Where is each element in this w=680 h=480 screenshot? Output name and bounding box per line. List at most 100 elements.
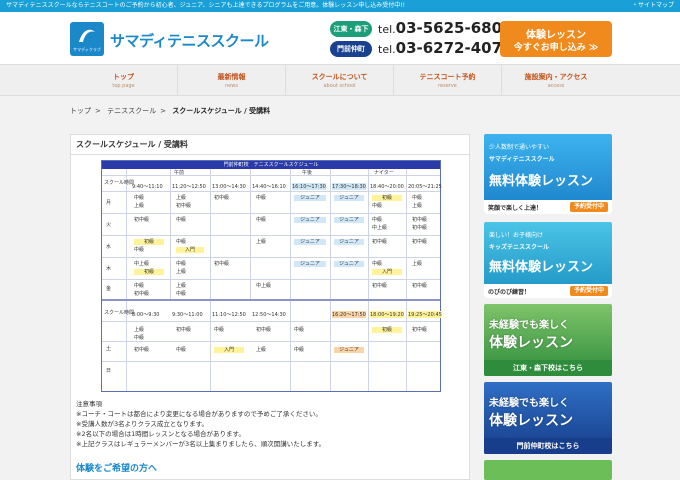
breadcrumb-top[interactable]: トップ <box>70 107 91 115</box>
class-cell: ジュニア <box>334 347 364 353</box>
nav-about[interactable]: スクールについて about school <box>286 65 394 95</box>
banner-partial[interactable] <box>484 460 612 480</box>
logo-icon[interactable]: サマディクラブ <box>70 22 104 56</box>
note-line: ※上記クラスはレギュラーメンバーが3名以上集まりましたら、順次開講いたします。 <box>76 440 326 448</box>
class-cell: 中級 <box>294 347 305 353</box>
top-message: サマディテニススクールならテニスコートのご予約から初心者、ジュニア、シニアも上達… <box>6 2 406 9</box>
class-cell: 上級 <box>134 327 145 333</box>
class-cell: 中級 <box>176 291 187 297</box>
class-cell: 中級 <box>372 261 383 267</box>
area-badge-koto: 江東・森下 <box>330 21 372 37</box>
class-cell: 中級 <box>176 261 187 267</box>
sitemap-link[interactable]: ・サイトマップ <box>632 0 674 12</box>
time-header: 9:40〜11:10 <box>132 184 163 190</box>
time-header: 9:30〜11:00 <box>172 312 203 318</box>
time-header: 19:25〜20:45 <box>408 311 442 318</box>
class-cell: 初中級 <box>412 225 428 231</box>
time-header: 20:05〜21:25 <box>408 184 442 190</box>
main-content: スクールスケジュール / 受講料 門前仲町校 テニススクールスケジュール 午前 … <box>70 134 470 480</box>
logo-text[interactable]: サマディテニススクール <box>110 30 269 51</box>
nav-reserve[interactable]: テニスコート予約 reserve <box>394 65 502 95</box>
day-label: 火 <box>106 222 112 228</box>
time-header: 18:00〜19:20 <box>370 311 404 318</box>
class-cell: 中級 <box>176 347 187 353</box>
class-cell: 初中級 <box>176 327 192 333</box>
class-cell: 初中級 <box>412 283 428 289</box>
class-cell: 中級 <box>412 195 423 201</box>
class-cell: 上級 <box>412 261 423 267</box>
banner-free-trial-kids[interactable]: 楽しい！お子様向け キッズテニススクール 無料体験レッスン のびのび練習！ 予約… <box>484 222 612 298</box>
note-line: ※受講人数が3名よりクラス成立となります。 <box>76 420 208 428</box>
class-cell: 初中級 <box>372 283 388 289</box>
header: サマディクラブ サマディテニススクール 江東・森下 門前仲町 tel.03-56… <box>0 12 680 66</box>
time-header: 13:00〜14:30 <box>212 184 246 190</box>
time-header: 12:50〜14:30 <box>252 312 286 318</box>
class-cell: 中級 <box>372 203 383 209</box>
notes: 注意事項 ※コーチ・コートは都合により変更になる場合がありますので予めご了承くだ… <box>76 399 325 449</box>
nav-access[interactable]: 施設案内・アクセス access <box>502 65 610 95</box>
class-cell: 初中級 <box>214 195 230 201</box>
schedule-table: 門前仲町校 テニススクールスケジュール 午前 午後 ナイター スクール時間 9:… <box>101 160 442 392</box>
banner-trial-monzen[interactable]: 未経験でも楽しく 体験レッスン 門前仲町校はこちら <box>484 382 612 454</box>
class-cell: 中上級 <box>134 261 150 267</box>
trial-lesson-button[interactable]: 体験レッスン 今すぐお申し込み ≫ <box>500 21 612 57</box>
class-cell: 初級 <box>372 327 402 333</box>
class-cell: 初中級 <box>256 327 272 333</box>
nav-top[interactable]: トップ top page <box>70 65 178 95</box>
time-header: 18:40〜20:00 <box>370 184 404 190</box>
time-header: 14:40〜16:10 <box>252 184 286 190</box>
breadcrumb: トップ > テニススクール > スクールスケジュール / 受講料 <box>70 107 271 115</box>
tel-koto[interactable]: tel.03-5625-6801 <box>378 19 512 37</box>
class-cell: 初中級 <box>134 347 150 353</box>
page-title: スクールスケジュール / 受講料 <box>71 135 469 155</box>
class-cell: 中級 <box>134 335 145 341</box>
experience-heading: 体験をご希望の方へ <box>76 464 158 474</box>
class-cell: 上級 <box>176 283 187 289</box>
class-cell-junior: ジュニア <box>294 239 326 245</box>
day-label: 日 <box>106 368 112 374</box>
class-cell: 入門 <box>176 247 204 253</box>
nav-bg <box>0 64 70 96</box>
breadcrumb-school[interactable]: テニススクール <box>107 107 156 115</box>
day-label: 木 <box>106 266 112 272</box>
class-cell-junior: ジュニア <box>294 195 326 201</box>
banner-trial-koto[interactable]: 未経験でも楽しく 体験レッスン 江東・森下校はこちら <box>484 304 612 376</box>
day-label: 月 <box>106 200 112 206</box>
class-cell: 入門 <box>372 269 402 275</box>
reserve-button[interactable]: 予約受付中 <box>569 286 608 296</box>
class-cell: 中級 <box>256 195 267 201</box>
class-cell: 中上級 <box>256 283 272 289</box>
time-header: 11:10〜12:50 <box>212 312 246 318</box>
section-night: ナイター <box>374 170 394 176</box>
class-cell: 初級 <box>134 239 164 245</box>
nav-news[interactable]: 最新情報 news <box>178 65 286 95</box>
banner-free-trial-school[interactable]: 少人数制で通いやすい サマディテニススクール 無料体験レッスン 笑顔で楽しく上達… <box>484 134 612 214</box>
class-cell: 上級 <box>134 203 145 209</box>
class-cell-junior: ジュニア <box>334 217 364 223</box>
class-cell: 中級 <box>256 217 267 223</box>
day-label: 水 <box>106 244 112 250</box>
class-cell-junior: ジュニア <box>334 195 364 201</box>
time-header: 16:20〜17:50 <box>332 311 366 318</box>
class-cell: 中級 <box>294 327 305 333</box>
note-line: ※2名以下の場合は1時間レッスンとなる場合があります。 <box>76 430 245 438</box>
class-cell: 中級 <box>134 195 145 201</box>
reserve-button[interactable]: 予約受付中 <box>569 202 608 212</box>
class-cell: 初中級 <box>412 239 428 245</box>
class-cell: 初中級 <box>412 217 428 223</box>
class-cell: 上級 <box>176 195 187 201</box>
tel-monzen[interactable]: tel.03-6272-4077 <box>378 39 512 57</box>
class-cell-junior: ジュニア <box>294 261 326 267</box>
class-cell: 中級 <box>134 283 145 289</box>
class-cell-junior: ジュニア <box>334 239 364 245</box>
class-cell: 初中級 <box>134 291 150 297</box>
class-cell: 中級 <box>214 327 225 333</box>
section-morning: 午前 <box>174 170 185 176</box>
class-cell: 中級 <box>134 247 145 253</box>
class-cell: 上級 <box>176 269 187 275</box>
class-cell: 中級 <box>176 217 187 223</box>
day-label: 土 <box>106 346 112 352</box>
time-header: 11:20〜12:50 <box>172 184 206 190</box>
class-cell: 初中級 <box>134 217 150 223</box>
class-cell: 初級 <box>134 269 164 275</box>
